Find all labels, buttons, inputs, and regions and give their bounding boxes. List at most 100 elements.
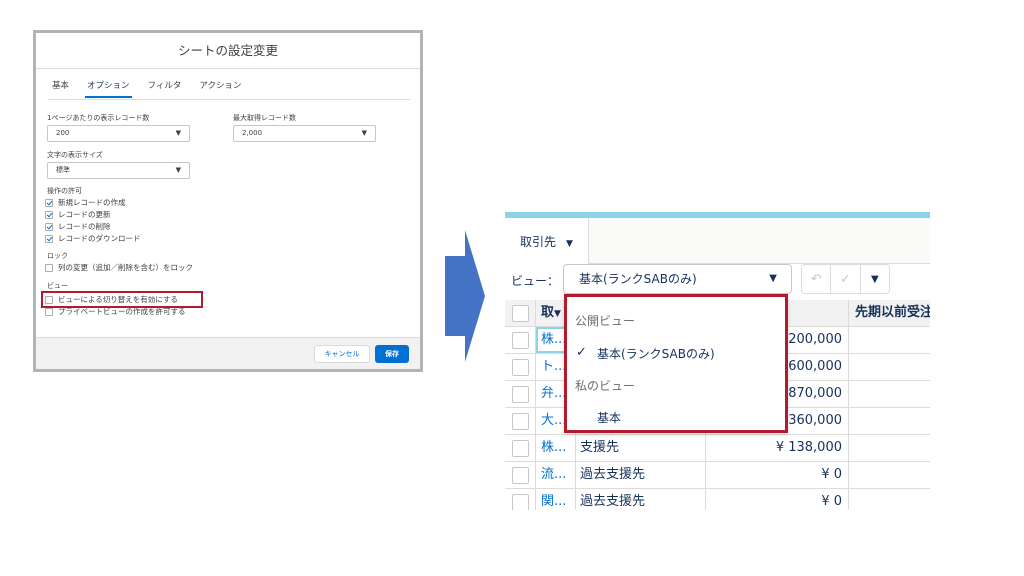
tab-accounts-label: 取引先: [520, 235, 557, 249]
chevron-down-icon: ▼: [175, 166, 181, 174]
cell-prev-orders[interactable]: ¥: [849, 462, 930, 488]
chevron-down-icon: ▼: [769, 273, 777, 284]
check-icon: ✓: [840, 271, 851, 287]
row-select-cell[interactable]: [505, 489, 536, 510]
cell-prev-orders[interactable]: ¥: [849, 327, 930, 353]
cell-prev-orders[interactable]: [849, 489, 930, 510]
rows-per-page-value: 200: [56, 129, 70, 137]
row-checkbox[interactable]: [512, 467, 529, 484]
row-select-cell[interactable]: [505, 354, 536, 380]
sheet-panel: 取引先▼ ビュー： 基本(ランクSABのみ) ▼ ↶ ✓ ▼ 取▼ ▼1 ▼ 先…: [505, 212, 930, 510]
select-all-cell[interactable]: [505, 300, 536, 326]
sheet-tab-row: 取引先 ▼: [505, 218, 930, 264]
font-size-value: 標準: [56, 166, 70, 174]
row-select-cell[interactable]: [505, 435, 536, 461]
cancel-button[interactable]: キャンセル: [314, 345, 370, 363]
undo-button[interactable]: ↶: [802, 265, 832, 293]
cell-category[interactable]: 過去支援先: [576, 462, 706, 488]
select-all-checkbox[interactable]: [512, 305, 529, 322]
tab-accounts[interactable]: 取引先 ▼: [505, 218, 589, 264]
perm-update-checkbox[interactable]: [45, 210, 53, 219]
table-row[interactable]: 関... 過去支援先 ¥ 0: [505, 489, 930, 510]
view-option-label: 基本(ランクSABのみ): [597, 347, 715, 361]
table-row[interactable]: 流... 過去支援先 ¥ 0 ¥: [505, 462, 930, 489]
col-name-label: 取: [541, 305, 555, 320]
perm-create-label: 新規レコードの作成: [58, 198, 126, 207]
perm-create-row[interactable]: 新規レコードの作成: [45, 197, 126, 208]
dialog-title: シートの設定変更: [36, 33, 420, 69]
row-checkbox[interactable]: [512, 440, 529, 457]
row-checkbox[interactable]: [512, 386, 529, 403]
max-records-label: 最大取得レコード数: [233, 114, 296, 122]
row-checkbox[interactable]: [512, 332, 529, 349]
perm-delete-label: レコードの削除: [58, 222, 111, 231]
perm-delete-row[interactable]: レコードの削除: [45, 221, 111, 232]
view-option-my-basic[interactable]: 基本: [567, 409, 785, 426]
chevron-down-icon[interactable]: ▼: [566, 239, 573, 249]
cell-name[interactable]: 流...: [536, 462, 576, 488]
view-dropdown-menu: 公開ビュー ✓ 基本(ランクSABのみ) 私のビュー 基本: [564, 294, 788, 433]
cell-prev-orders[interactable]: ¥: [849, 408, 930, 434]
max-records-value: 2,000: [242, 129, 263, 137]
view-section-label: ビュー: [47, 282, 68, 290]
rows-per-page-select[interactable]: 200 ▼: [47, 125, 190, 142]
row-checkbox[interactable]: [512, 494, 529, 510]
cell-name[interactable]: 株...: [536, 435, 576, 461]
public-views-header: 公開ビュー: [575, 314, 636, 328]
apply-button[interactable]: ✓: [831, 265, 861, 293]
cell-amount[interactable]: ¥ 138,000: [706, 435, 849, 461]
row-select-cell[interactable]: [505, 462, 536, 488]
view-label: ビュー：: [511, 274, 560, 288]
lock-columns-checkbox[interactable]: [45, 263, 53, 272]
undo-icon: ↶: [810, 271, 822, 287]
row-checkbox[interactable]: [512, 413, 529, 430]
chevron-down-icon: ▼: [361, 129, 367, 137]
font-size-label: 文字の表示サイズ: [47, 151, 103, 159]
tab-filter[interactable]: フィルタ: [146, 79, 184, 98]
tab-basic[interactable]: 基本: [50, 79, 71, 98]
view-select-value: 基本(ランクSABのみ): [579, 272, 697, 286]
row-select-cell[interactable]: [505, 408, 536, 434]
cell-prev-orders[interactable]: ¥: [849, 354, 930, 380]
perm-download-row[interactable]: レコードのダウンロード: [45, 233, 141, 244]
dialog-footer: キャンセル 保存: [36, 337, 420, 369]
save-button[interactable]: 保存: [375, 345, 409, 363]
lock-columns-label: 列の変更（追加／削除を含む）をロック: [58, 263, 193, 272]
cell-prev-orders[interactable]: ¥: [849, 381, 930, 407]
chevron-down-icon: ▼: [175, 129, 181, 137]
font-size-select[interactable]: 標準 ▼: [47, 162, 190, 179]
perm-download-checkbox[interactable]: [45, 234, 53, 243]
cell-category[interactable]: 過去支援先: [576, 489, 706, 510]
view-option-public-basic[interactable]: ✓ 基本(ランクSABのみ): [567, 345, 785, 362]
view-select[interactable]: 基本(ランクSABのみ) ▼: [563, 264, 792, 294]
chevron-down-icon: ▼: [554, 309, 561, 319]
col-prev-orders-header[interactable]: 先期以前受注: [849, 300, 930, 326]
rows-per-page-label: 1ページあたりの表示レコード数: [47, 114, 150, 122]
cell-prev-orders[interactable]: ¥: [849, 435, 930, 461]
perm-update-row[interactable]: レコードの更新: [45, 209, 111, 220]
allow-private-view-checkbox[interactable]: [45, 307, 53, 316]
row-checkbox[interactable]: [512, 359, 529, 376]
chevron-down-icon: ▼: [870, 273, 879, 285]
row-select-cell[interactable]: [505, 327, 536, 353]
cell-category[interactable]: 支援先: [576, 435, 706, 461]
lock-label: ロック: [47, 252, 68, 260]
row-select-cell[interactable]: [505, 381, 536, 407]
tab-options[interactable]: オプション: [85, 79, 132, 98]
cell-amount[interactable]: ¥ 0: [706, 489, 849, 510]
perm-download-label: レコードのダウンロード: [58, 234, 141, 243]
cell-amount[interactable]: ¥ 0: [706, 462, 849, 488]
max-records-select[interactable]: 2,000 ▼: [233, 125, 376, 142]
dialog-tabs: 基本 オプション フィルタ アクション: [50, 79, 243, 98]
more-button[interactable]: ▼: [861, 265, 889, 293]
table-row[interactable]: 株... 支援先 ¥ 138,000 ¥: [505, 435, 930, 462]
cell-name[interactable]: 関...: [536, 489, 576, 510]
tab-action[interactable]: アクション: [197, 79, 243, 98]
permissions-label: 操作の許可: [47, 187, 82, 195]
lock-columns-row[interactable]: 列の変更（追加／削除を含む）をロック: [45, 262, 193, 273]
perm-create-checkbox[interactable]: [45, 198, 53, 207]
sheet-settings-dialog: シートの設定変更 基本 オプション フィルタ アクション 1ページあたりの表示レ…: [33, 30, 423, 372]
perm-delete-checkbox[interactable]: [45, 222, 53, 231]
highlight-box: [41, 291, 203, 308]
my-views-header: 私のビュー: [575, 379, 636, 393]
